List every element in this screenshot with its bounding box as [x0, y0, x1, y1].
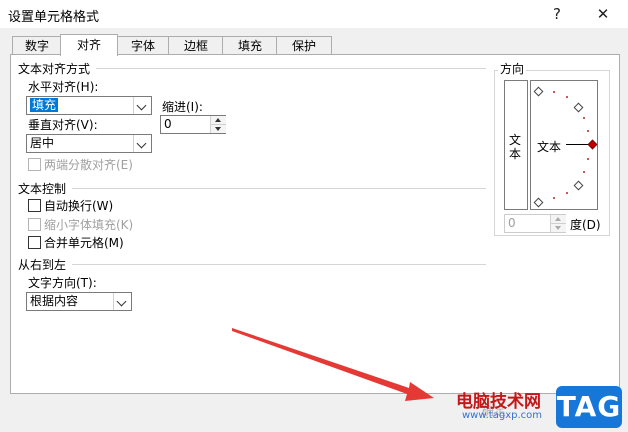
annotation-arrow [232, 328, 434, 401]
tab-alignment[interactable]: 对齐 [60, 34, 118, 56]
watermark-site-url: www.tagxp.com [462, 410, 542, 421]
watermark-site-name: 电脑技术网 [456, 392, 541, 412]
watermark-tag-logo: TAG [556, 386, 622, 428]
